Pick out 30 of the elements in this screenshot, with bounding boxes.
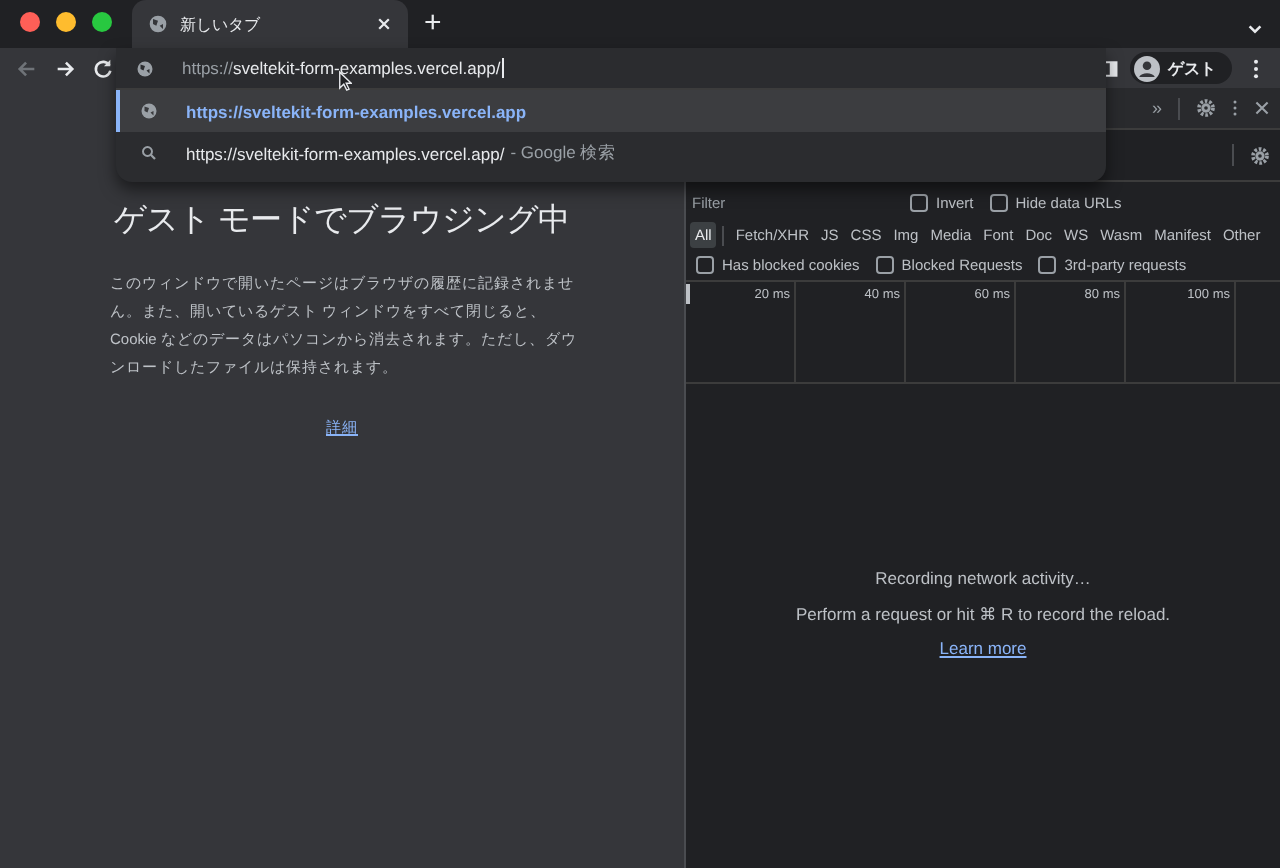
zoom-window-button[interactable] [92, 12, 112, 32]
reload-hint: Perform a request or hit ⌘ R to record the reload. [795, 604, 1171, 626]
close-icon[interactable] [1254, 100, 1270, 116]
globe-icon [136, 59, 154, 77]
reload-icon[interactable] [92, 57, 114, 79]
settings-icon[interactable] [1250, 145, 1270, 165]
profile-button[interactable]: ゲスト [1130, 52, 1232, 84]
person-icon [1134, 55, 1160, 81]
browser-tab[interactable]: 新しいタブ [132, 0, 408, 48]
page-heading: ゲスト モードでブラウジング中 [113, 201, 571, 242]
learn-more-link[interactable]: Learn more [939, 638, 1027, 658]
more-icon[interactable] [1252, 57, 1260, 79]
minimize-window-button[interactable] [56, 12, 76, 32]
suggestion-item[interactable]: https://sveltekit-form-examples.vercel.app [116, 90, 1106, 132]
chevron-down-icon[interactable] [1246, 20, 1264, 38]
suggestion-item[interactable]: https://sveltekit-form-examples.vercel.app/ - Google 検索 [116, 132, 1106, 174]
globe-icon [148, 14, 168, 34]
address-field[interactable]: https://sveltekit-form-examples.vercel.app/ [182, 58, 505, 78]
forward-icon[interactable] [54, 57, 76, 79]
settings-icon[interactable] [1196, 98, 1216, 118]
side-panel-icon[interactable] [1100, 59, 1118, 77]
back-icon[interactable] [16, 57, 38, 79]
close-tab-icon[interactable] [376, 16, 392, 32]
more-icon[interactable] [1232, 98, 1238, 118]
search-icon [140, 144, 158, 162]
globe-icon [140, 102, 158, 120]
more-tabs-button[interactable]: » [1151, 98, 1162, 118]
new-tab-button[interactable]: + [408, 6, 458, 48]
recording-message: Recording network activity… [875, 568, 1091, 588]
close-window-button[interactable] [20, 12, 40, 32]
